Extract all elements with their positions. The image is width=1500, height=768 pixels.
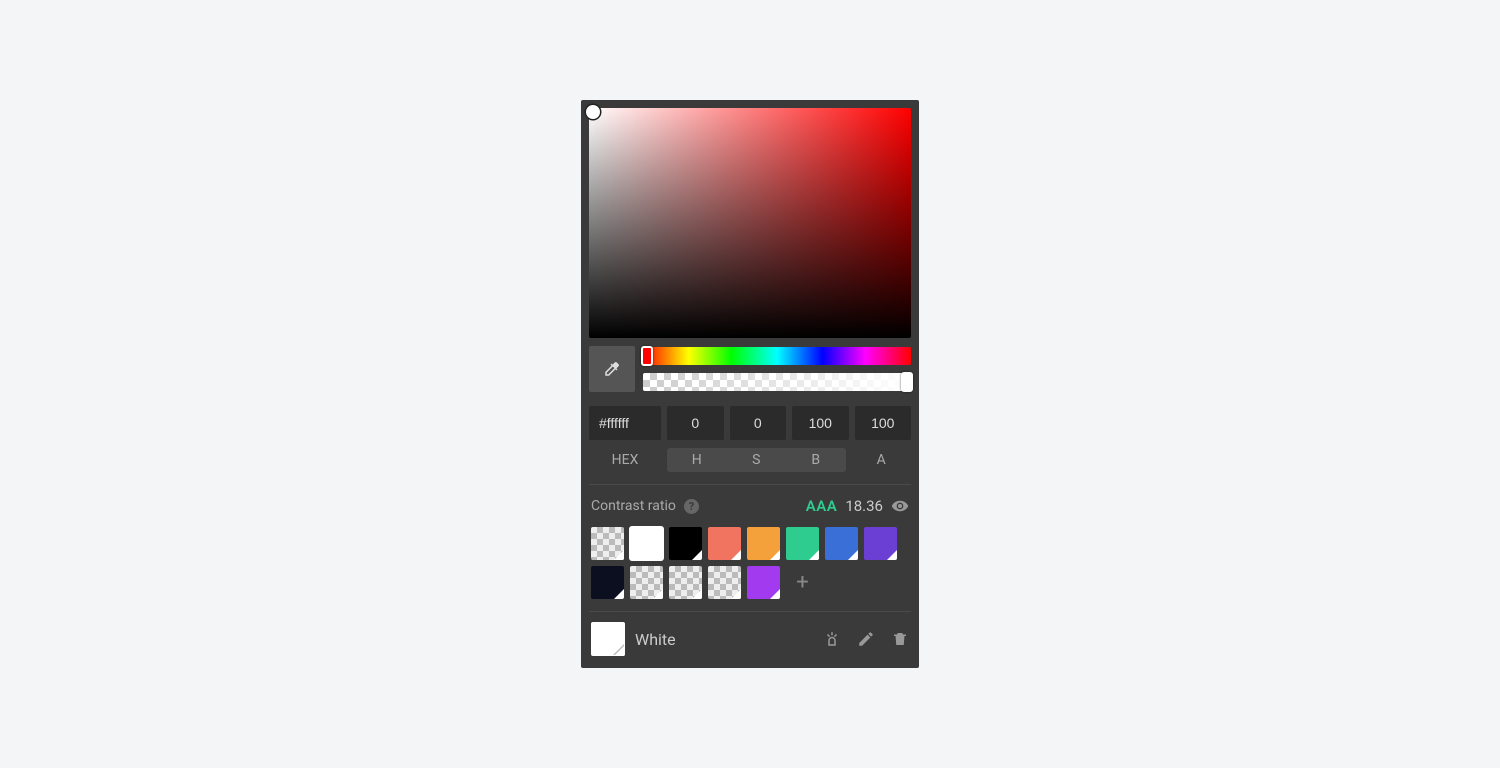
hue-input[interactable] [667, 406, 724, 440]
h-label[interactable]: H [667, 448, 727, 472]
color-swatch[interactable] [591, 566, 624, 599]
b-label[interactable]: B [786, 448, 846, 472]
color-swatch[interactable] [825, 527, 858, 560]
detach-icon[interactable] [823, 630, 841, 648]
swatches-grid: + [589, 525, 911, 612]
color-name: White [635, 630, 813, 649]
brightness-input[interactable] [792, 406, 849, 440]
color-swatch[interactable] [708, 566, 741, 599]
saturation-input[interactable] [730, 406, 787, 440]
color-swatch[interactable] [669, 527, 702, 560]
eye-icon[interactable] [891, 497, 909, 515]
sb-cursor[interactable] [586, 105, 600, 119]
eyedropper-icon [603, 360, 621, 378]
s-label[interactable]: S [727, 448, 787, 472]
add-swatch-button[interactable]: + [786, 566, 819, 599]
color-picker-panel: HEX H S B A Contrast ratio ? AAA 18.36 +… [581, 100, 919, 668]
help-icon[interactable]: ? [684, 499, 699, 514]
hex-input[interactable] [589, 406, 661, 440]
a-label: A [852, 452, 912, 468]
contrast-rating: AAA [806, 497, 838, 515]
color-swatch[interactable] [630, 527, 663, 560]
hue-thumb[interactable] [641, 346, 653, 366]
color-swatch[interactable] [786, 527, 819, 560]
alpha-slider[interactable] [643, 373, 911, 391]
alpha-thumb[interactable] [901, 372, 913, 392]
alpha-input[interactable] [855, 406, 912, 440]
saturation-brightness-area[interactable] [589, 108, 911, 338]
trash-icon[interactable] [891, 630, 909, 648]
color-swatch[interactable] [708, 527, 741, 560]
color-swatch[interactable] [747, 566, 780, 599]
color-swatch[interactable] [669, 566, 702, 599]
current-color-swatch[interactable] [591, 622, 625, 656]
hex-label: HEX [589, 452, 661, 468]
color-swatch[interactable] [864, 527, 897, 560]
hue-slider[interactable] [643, 347, 911, 365]
edit-icon[interactable] [857, 630, 875, 648]
contrast-label: Contrast ratio [591, 498, 676, 514]
color-model-toggle[interactable]: H S B [667, 448, 846, 472]
color-swatch[interactable] [591, 527, 624, 560]
contrast-value: 18.36 [845, 497, 883, 515]
color-swatch[interactable] [630, 566, 663, 599]
color-swatch[interactable] [747, 527, 780, 560]
eyedropper-button[interactable] [589, 346, 635, 392]
